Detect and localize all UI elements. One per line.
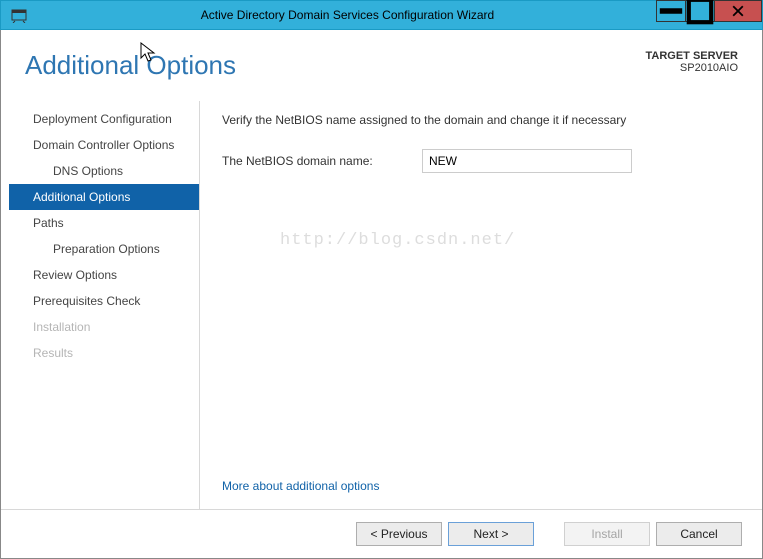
window-title: Active Directory Domain Services Configu… bbox=[33, 8, 762, 22]
next-button[interactable]: Next > bbox=[448, 522, 534, 546]
page-title: Additional Options bbox=[25, 50, 236, 81]
titlebar: Active Directory Domain Services Configu… bbox=[0, 0, 763, 30]
app-icon bbox=[5, 1, 33, 29]
wizard-footer: < Previous Next > Install Cancel bbox=[1, 509, 762, 558]
sidebar-item-review-options[interactable]: Review Options bbox=[9, 262, 199, 288]
wizard-steps-sidebar: Deployment Configuration Domain Controll… bbox=[9, 101, 199, 509]
sidebar-item-additional-options[interactable]: Additional Options bbox=[9, 184, 199, 210]
more-about-link[interactable]: More about additional options bbox=[222, 479, 742, 493]
netbios-row: The NetBIOS domain name: bbox=[222, 149, 742, 173]
window-controls bbox=[657, 0, 762, 22]
target-server-block: TARGET SERVER SP2010AIO bbox=[646, 50, 739, 74]
sidebar-item-results: Results bbox=[9, 340, 199, 366]
sidebar-item-domain-controller-options[interactable]: Domain Controller Options bbox=[9, 132, 199, 158]
content-panel: Verify the NetBIOS name assigned to the … bbox=[199, 101, 754, 509]
watermark-text: http://blog.csdn.net/ bbox=[280, 231, 515, 250]
sidebar-item-dns-options[interactable]: DNS Options bbox=[9, 158, 199, 184]
sidebar-item-installation: Installation bbox=[9, 314, 199, 340]
instruction-text: Verify the NetBIOS name assigned to the … bbox=[222, 113, 742, 127]
target-server-name: SP2010AIO bbox=[646, 62, 739, 74]
close-button[interactable] bbox=[714, 0, 762, 22]
netbios-input[interactable] bbox=[422, 149, 632, 173]
install-button: Install bbox=[564, 522, 650, 546]
maximize-button[interactable] bbox=[685, 0, 715, 22]
sidebar-item-prerequisites-check[interactable]: Prerequisites Check bbox=[9, 288, 199, 314]
previous-button[interactable]: < Previous bbox=[356, 522, 442, 546]
sidebar-item-preparation-options[interactable]: Preparation Options bbox=[9, 236, 199, 262]
cancel-button[interactable]: Cancel bbox=[656, 522, 742, 546]
minimize-button[interactable] bbox=[656, 0, 686, 22]
netbios-label: The NetBIOS domain name: bbox=[222, 154, 422, 168]
wizard-header: Additional Options TARGET SERVER SP2010A… bbox=[1, 30, 762, 91]
sidebar-item-paths[interactable]: Paths bbox=[9, 210, 199, 236]
sidebar-item-deployment-configuration[interactable]: Deployment Configuration bbox=[9, 106, 199, 132]
target-server-label: TARGET SERVER bbox=[646, 50, 739, 62]
